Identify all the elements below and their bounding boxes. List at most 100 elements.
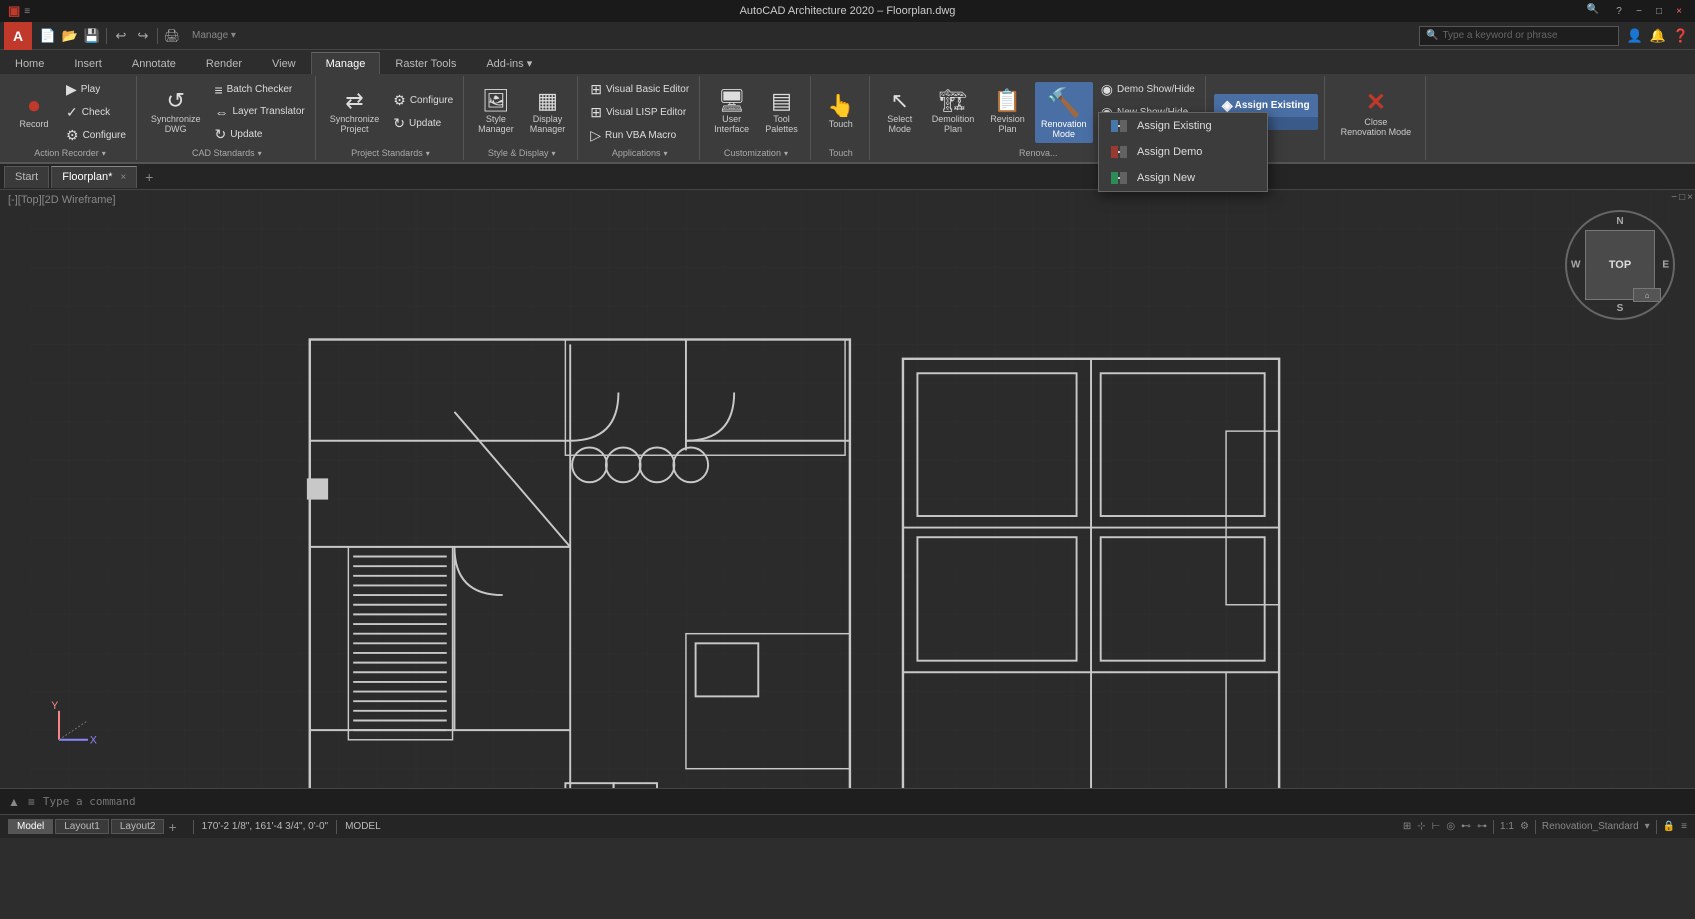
tab-home[interactable]: Home [0, 52, 59, 74]
layer-translator-button[interactable]: ⇔ Layer Translator [210, 102, 308, 122]
renovation-mode-icon: 🔨 [1046, 86, 1081, 119]
workspace-display[interactable]: ⚙ [1520, 821, 1529, 832]
svg-text:Y: Y [51, 700, 58, 712]
viewport-maximize[interactable]: □ [1679, 192, 1685, 203]
record-button[interactable]: ⏺ Record [10, 92, 58, 132]
assign-demo-item[interactable]: Assign Demo [1099, 139, 1267, 165]
user-interface-button[interactable]: 🖥 UserInterface [708, 87, 755, 137]
new-button[interactable]: 📄 [38, 26, 58, 46]
batch-checker-button[interactable]: ≡ Batch Checker [210, 80, 308, 100]
restore-button[interactable]: □ [1651, 4, 1667, 18]
add-layout-button[interactable]: + [168, 819, 176, 835]
layout1-tab[interactable]: Layout1 [55, 819, 109, 834]
grid-toggle[interactable]: ⊞ [1403, 821, 1411, 832]
layout2-tab[interactable]: Layout2 [111, 819, 165, 834]
synchronize-dwg-button[interactable]: ↺ SynchronizeDWG [145, 87, 207, 137]
undo-button[interactable]: ↩ [111, 26, 131, 46]
record-icon: ⏺ [28, 95, 39, 117]
tab-annotate[interactable]: Annotate [117, 52, 191, 74]
run-vba-macro-button[interactable]: ▷ Run VBA Macro [586, 125, 693, 146]
tab-view[interactable]: View [257, 52, 311, 74]
cmd-settings-icon[interactable]: ≡ [28, 795, 35, 809]
cad-standards-dropdown[interactable]: ▾ [258, 149, 262, 158]
redo-button[interactable]: ↪ [133, 26, 153, 46]
lock-icon[interactable]: 🔒 [1663, 821, 1675, 832]
project-standards-group: ⇄ SynchronizeProject ⚙ Configure ↻ Updat… [318, 76, 464, 160]
close-button[interactable]: × [1671, 4, 1687, 18]
viewport-restore[interactable]: − [1671, 192, 1677, 203]
floorplan-tab[interactable]: Floorplan* × [51, 166, 137, 188]
canvas-area[interactable]: [-][Top][2D Wireframe] [0, 190, 1695, 788]
proj-configure-button[interactable]: ⚙ Configure [389, 90, 457, 111]
update-icon: ↻ [214, 126, 226, 143]
touch-button[interactable]: 👆 Touch [819, 92, 863, 132]
properties-icon[interactable]: ≡ [1681, 821, 1687, 832]
customization-buttons: 🖥 UserInterface ▤ ToolPalettes [708, 78, 804, 146]
window-title: AutoCAD Architecture 2020 – Floorplan.dw… [740, 5, 956, 17]
tab-raster-tools[interactable]: Raster Tools [380, 52, 471, 74]
viewport-close[interactable]: × [1687, 192, 1693, 203]
project-standards-dropdown[interactable]: ▾ [426, 149, 430, 158]
tab-render[interactable]: Render [191, 52, 257, 74]
search-bar[interactable]: 🔍 Type a keyword or phrase [1419, 26, 1619, 46]
cmd-expand-icon[interactable]: ▲ [8, 795, 20, 809]
close-renovation-button[interactable]: ✕ CloseRenovation Mode [1333, 84, 1420, 141]
cad-standards-col: ≡ Batch Checker ⇔ Layer Translator ↻ Upd… [210, 80, 308, 145]
demo-show-hide-button[interactable]: ◉ Demo Show/Hide [1097, 79, 1199, 100]
customization-dropdown[interactable]: ▾ [784, 149, 788, 158]
snap-toggle[interactable]: ⊹ [1417, 821, 1425, 832]
help-button[interactable]: ? [1611, 4, 1627, 18]
open-button[interactable]: 📂 [60, 26, 80, 46]
workspace-selector[interactable]: Manage ▾ [192, 30, 236, 41]
close-renovation-group: ✕ CloseRenovation Mode [1327, 76, 1427, 160]
tab-manage[interactable]: Manage [311, 52, 381, 74]
start-tab[interactable]: Start [4, 166, 49, 188]
model-tab[interactable]: Model [8, 819, 53, 834]
select-mode-button[interactable]: ↖ SelectMode [878, 87, 922, 137]
style-display-buttons: 🖼 StyleManager ▦ DisplayManager [472, 78, 571, 146]
tab-addins[interactable]: Add-ins ▾ [471, 52, 547, 74]
style-display-group: 🖼 StyleManager ▦ DisplayManager Style & … [466, 76, 578, 160]
tool-palettes-button[interactable]: ▤ ToolPalettes [759, 87, 804, 137]
configure-button[interactable]: ⚙ Configure [62, 125, 130, 146]
display-manager-button[interactable]: ▦ DisplayManager [524, 87, 572, 137]
notification-icon[interactable]: 🔔 [1648, 26, 1668, 46]
assign-existing-item[interactable]: Assign Existing [1099, 113, 1267, 139]
floorplan-tab-close[interactable]: × [120, 172, 126, 183]
nav-west: W [1571, 260, 1580, 271]
polar-toggle[interactable]: ◎ [1446, 821, 1455, 832]
annotation-scale[interactable]: ▾ [1645, 821, 1650, 832]
action-recorder-dropdown[interactable]: ▾ [102, 149, 106, 158]
floorplan-drawing[interactable]: X Y [0, 190, 1695, 788]
applications-group: ⊞ Visual Basic Editor ⊞ Visual LISP Edit… [580, 76, 700, 160]
visual-lisp-editor-button[interactable]: ⊞ Visual LISP Editor [586, 102, 693, 123]
proj-update-button[interactable]: ↻ Update [389, 113, 457, 134]
update-button[interactable]: ↻ Update [210, 124, 308, 145]
minimize-button[interactable]: − [1631, 4, 1647, 18]
revision-plan-button[interactable]: 📋 RevisionPlan [984, 87, 1031, 137]
check-button[interactable]: ✓ Check [62, 102, 130, 123]
print-button[interactable]: 🖨 [162, 26, 182, 46]
applications-dropdown[interactable]: ▾ [663, 149, 667, 158]
ortho-toggle[interactable]: ⊢ [1432, 821, 1441, 832]
navigation-cube[interactable]: N S E W TOP ⌂ [1565, 210, 1675, 320]
command-input[interactable] [43, 795, 1687, 808]
object-snap-toggle[interactable]: ⊷ [1461, 821, 1471, 832]
demolition-plan-button[interactable]: 🏗 DemolitionPlan [926, 87, 981, 137]
user-icon[interactable]: 👤 [1625, 26, 1645, 46]
style-manager-button[interactable]: 🖼 StyleManager [472, 87, 520, 137]
assign-existing-menu-icon [1109, 118, 1129, 134]
save-button[interactable]: 💾 [82, 26, 102, 46]
app-menu-button[interactable]: A [4, 22, 32, 50]
help-icon[interactable]: ❓ [1671, 26, 1691, 46]
nav-home-button[interactable]: ⌂ [1633, 288, 1661, 302]
assign-new-item[interactable]: Assign New [1099, 165, 1267, 191]
visual-basic-editor-button[interactable]: ⊞ Visual Basic Editor [586, 79, 693, 100]
new-tab-button[interactable]: + [139, 167, 159, 187]
play-button[interactable]: ▶ Play [62, 79, 130, 100]
renovation-mode-button[interactable]: 🔨 RenovationMode [1035, 82, 1093, 143]
object-tracking-toggle[interactable]: ⊶ [1477, 821, 1487, 832]
synchronize-project-button[interactable]: ⇄ SynchronizeProject [324, 87, 386, 137]
tab-insert[interactable]: Insert [59, 52, 117, 74]
style-display-dropdown[interactable]: ▾ [551, 149, 555, 158]
